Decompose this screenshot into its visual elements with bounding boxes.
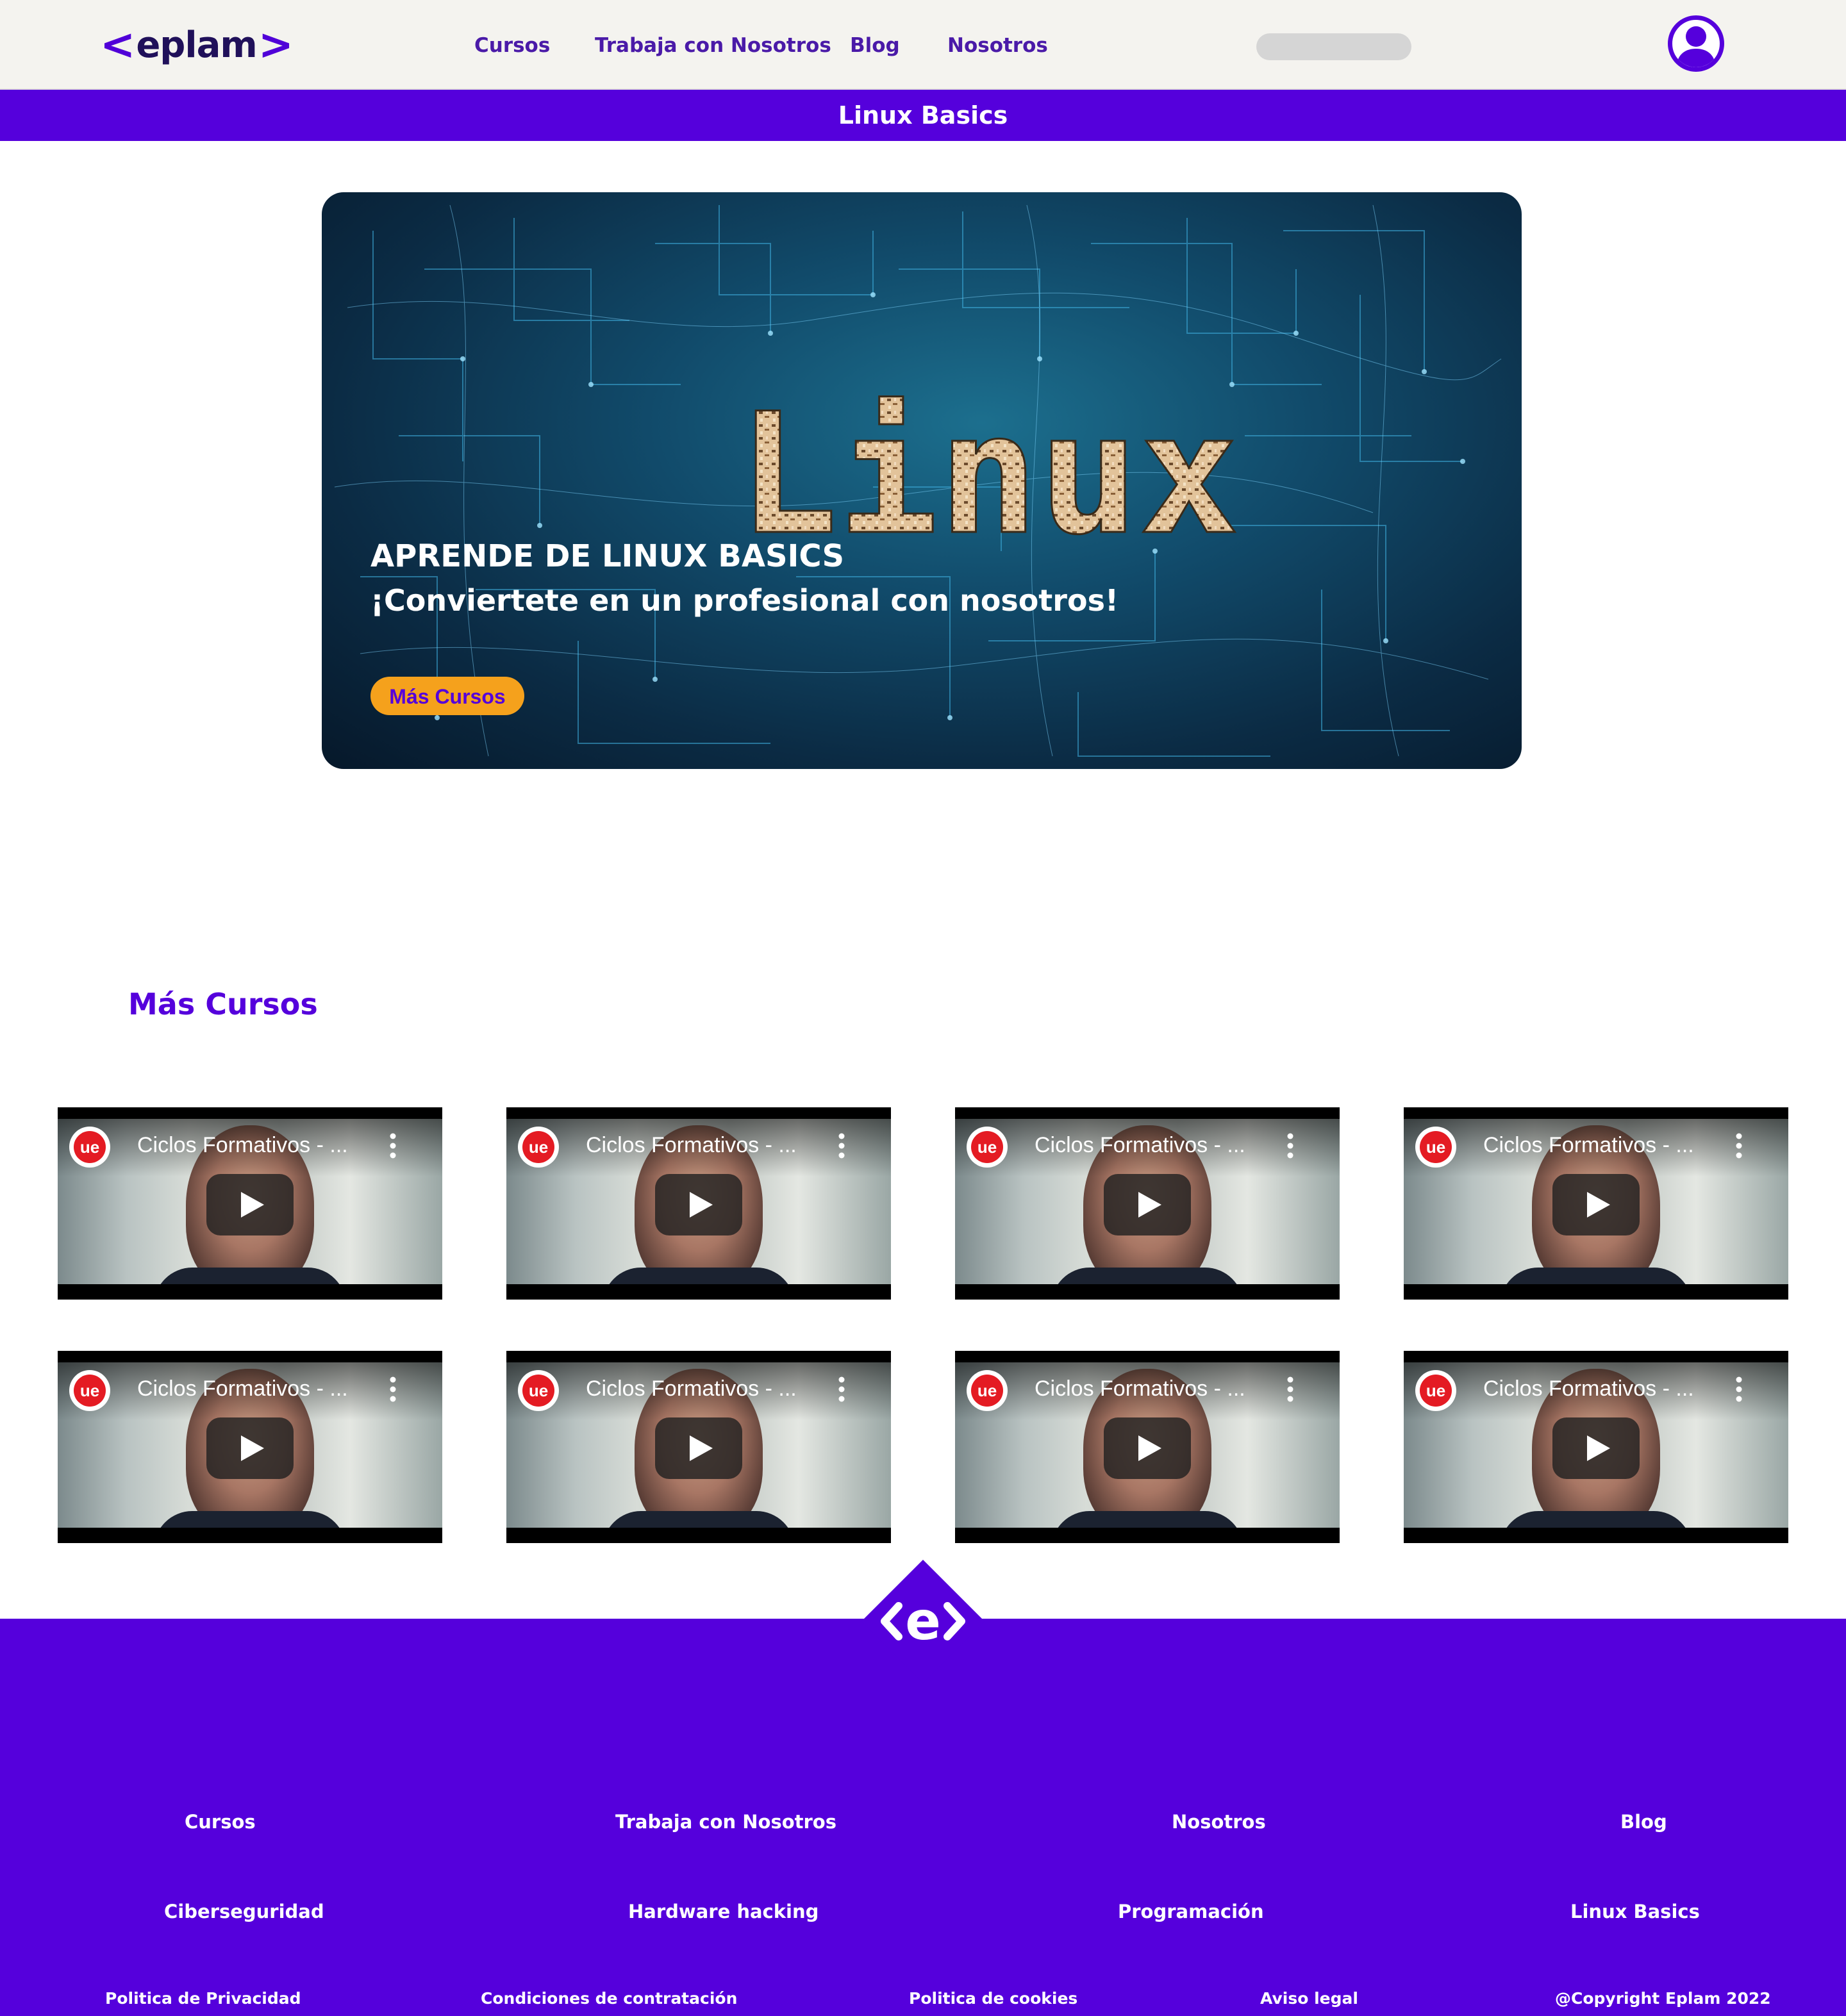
eplam-emblem-icon: e	[861, 1560, 985, 1683]
channel-logo-icon[interactable]: ue	[518, 1370, 559, 1411]
hero-heading: APRENDE DE LINUX BASICS	[370, 538, 845, 574]
channel-logo-icon[interactable]: ue	[69, 1127, 110, 1168]
channel-logo-icon[interactable]: ue	[1415, 1370, 1456, 1411]
eplam-logo[interactable]: < eplam >	[100, 19, 294, 70]
footer-link-trabaja[interactable]: Trabaja con Nosotros	[615, 1811, 836, 1833]
kebab-menu-icon[interactable]	[837, 1132, 846, 1160]
play-icon[interactable]	[1104, 1174, 1191, 1235]
hero-banner: Linux APRENDE DE LINUX BASICS ¡Convierte…	[322, 192, 1522, 769]
presenter-shirt	[603, 1268, 795, 1284]
play-icon[interactable]	[1104, 1417, 1191, 1479]
kebab-menu-icon[interactable]	[1734, 1375, 1743, 1403]
channel-logo-text: ue	[1420, 1375, 1452, 1407]
search-input[interactable]	[1256, 33, 1411, 60]
footer-link-cookies[interactable]: Politica de cookies	[909, 1989, 1077, 2008]
channel-logo-icon[interactable]: ue	[967, 1370, 1008, 1411]
logo-right-chevron: >	[258, 20, 294, 69]
kebab-menu-icon[interactable]	[1734, 1132, 1743, 1160]
channel-logo-icon[interactable]: ue	[518, 1127, 559, 1168]
video-title[interactable]: Ciclos Formativos - ...	[1035, 1376, 1245, 1401]
kebab-menu-icon[interactable]	[837, 1375, 846, 1403]
footer-link-condiciones[interactable]: Condiciones de contratación	[481, 1989, 737, 2008]
video-embed[interactable]: ue Ciclos Formativos - ...	[58, 1351, 442, 1543]
channel-logo-text: ue	[971, 1131, 1003, 1163]
presenter-shirt	[154, 1511, 346, 1528]
kebab-menu-icon[interactable]	[388, 1375, 397, 1403]
video-embed[interactable]: ue Ciclos Formativos - ...	[955, 1107, 1340, 1300]
channel-logo-text: ue	[971, 1375, 1003, 1407]
video-embed[interactable]: ue Ciclos Formativos - ...	[506, 1351, 891, 1543]
more-courses-title: Más Cursos	[128, 987, 318, 1021]
video-title[interactable]: Ciclos Formativos - ...	[137, 1376, 348, 1401]
nav-nosotros[interactable]: Nosotros	[947, 31, 1048, 60]
user-silhouette	[1676, 26, 1716, 67]
brand-strip	[1717, 1107, 1761, 1116]
presenter-shirt	[603, 1511, 795, 1528]
channel-logo-text: ue	[1420, 1131, 1452, 1163]
footer-link-ciberseguridad[interactable]: Ciberseguridad	[164, 1901, 324, 1922]
kebab-menu-icon[interactable]	[1286, 1132, 1295, 1160]
brand-strip	[370, 1107, 415, 1116]
play-icon[interactable]	[1552, 1174, 1640, 1235]
channel-logo-text: ue	[522, 1375, 554, 1407]
nav-trabaja-con-nosotros[interactable]: Trabaja con Nosotros	[595, 31, 831, 60]
hero-subheading: ¡Conviertete en un profesional con nosot…	[370, 583, 1118, 618]
channel-logo-text: ue	[522, 1131, 554, 1163]
footer-link-linux-basics[interactable]: Linux Basics	[1570, 1901, 1700, 1922]
brand-strip	[1268, 1351, 1313, 1360]
user-avatar-icon[interactable]	[1668, 15, 1724, 72]
brand-strip	[819, 1107, 864, 1116]
mas-cursos-button[interactable]: Más Cursos	[370, 677, 524, 715]
logo-text: eplam	[136, 24, 257, 66]
presenter-shirt	[1500, 1268, 1692, 1284]
brand-strip	[819, 1351, 864, 1360]
video-title[interactable]: Ciclos Formativos - ...	[1483, 1376, 1694, 1401]
kebab-menu-icon[interactable]	[388, 1132, 397, 1160]
footer-link-hardware-hacking[interactable]: Hardware hacking	[628, 1901, 819, 1922]
video-embed[interactable]: ue Ciclos Formativos - ...	[955, 1351, 1340, 1543]
brand-strip	[370, 1351, 415, 1360]
video-title[interactable]: Ciclos Formativos - ...	[586, 1133, 797, 1158]
page-title: Linux Basics	[838, 101, 1008, 129]
play-icon[interactable]	[655, 1417, 742, 1479]
presenter-shirt	[1051, 1511, 1243, 1528]
footer-link-programacion[interactable]: Programación	[1118, 1901, 1264, 1922]
play-icon[interactable]	[1552, 1417, 1640, 1479]
video-embed[interactable]: ue Ciclos Formativos - ...	[58, 1107, 442, 1300]
presenter-shirt	[154, 1268, 346, 1284]
presenter-shirt	[1051, 1268, 1243, 1284]
nav-cursos[interactable]: Cursos	[474, 31, 550, 60]
footer-copyright: @Copyright Eplam 2022	[1555, 1989, 1771, 2008]
video-embed[interactable]: ue Ciclos Formativos - ...	[506, 1107, 891, 1300]
play-icon[interactable]	[655, 1174, 742, 1235]
play-icon[interactable]	[206, 1174, 294, 1235]
video-title[interactable]: Ciclos Formativos - ...	[586, 1376, 797, 1401]
channel-logo-icon[interactable]: ue	[967, 1127, 1008, 1168]
site-header: < eplam > Cursos Trabaja con Nosotros Bl…	[0, 0, 1846, 90]
footer-link-nosotros[interactable]: Nosotros	[1172, 1811, 1266, 1833]
emblem-letter: e	[905, 1591, 941, 1652]
footer-link-cursos[interactable]: Cursos	[185, 1811, 256, 1833]
video-embed[interactable]: ue Ciclos Formativos - ...	[1404, 1351, 1788, 1543]
page-title-bar: Linux Basics	[0, 90, 1846, 141]
footer-link-aviso-legal[interactable]: Aviso legal	[1260, 1989, 1358, 2008]
brand-strip	[1717, 1351, 1761, 1360]
video-title[interactable]: Ciclos Formativos - ...	[1483, 1133, 1694, 1158]
kebab-menu-icon[interactable]	[1286, 1375, 1295, 1403]
video-embed[interactable]: ue Ciclos Formativos - ...	[1404, 1107, 1788, 1300]
channel-logo-text: ue	[74, 1131, 106, 1163]
video-title[interactable]: Ciclos Formativos - ...	[1035, 1133, 1245, 1158]
nav-blog[interactable]: Blog	[850, 31, 900, 60]
channel-logo-icon[interactable]: ue	[1415, 1127, 1456, 1168]
footer-link-blog[interactable]: Blog	[1620, 1811, 1667, 1833]
video-title[interactable]: Ciclos Formativos - ...	[137, 1133, 348, 1158]
channel-logo-text: ue	[74, 1375, 106, 1407]
brand-strip	[1268, 1107, 1313, 1116]
channel-logo-icon[interactable]: ue	[69, 1370, 110, 1411]
logo-left-chevron: <	[100, 20, 135, 69]
presenter-shirt	[1500, 1511, 1692, 1528]
play-icon[interactable]	[206, 1417, 294, 1479]
footer-link-privacidad[interactable]: Politica de Privacidad	[105, 1989, 301, 2008]
